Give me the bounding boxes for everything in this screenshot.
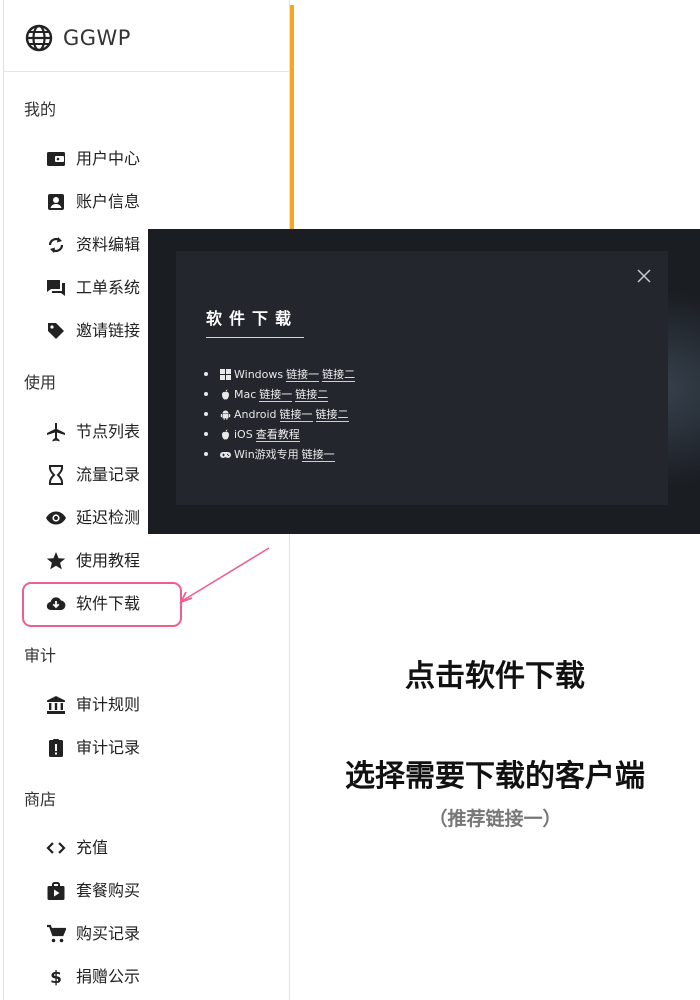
sidebar-item-plans[interactable]: 套餐购买 bbox=[46, 878, 266, 904]
star-icon bbox=[46, 551, 66, 571]
sidebar-item-purchase-history[interactable]: 购买记录 bbox=[46, 921, 266, 947]
close-icon[interactable] bbox=[635, 267, 653, 285]
instruction-note: （推荐链接一） bbox=[428, 808, 562, 830]
brand-header[interactable]: GGWP bbox=[4, 0, 291, 72]
sidebar-item-account-info[interactable]: 账户信息 bbox=[46, 189, 266, 215]
annotation-arrow bbox=[179, 547, 270, 604]
download-modal: 软件下载 Windows 链接一 链接二 Mac 链接一 链接二 Android 链接一链… bbox=[176, 251, 668, 505]
sidebar-item-label: 捐赠公示 bbox=[76, 967, 141, 986]
download-link[interactable]: 链接二 bbox=[315, 408, 349, 422]
download-item-win-gaming: Win游戏专用 链接一 bbox=[204, 445, 355, 465]
download-link[interactable]: 链接一 bbox=[259, 388, 293, 402]
download-list: Windows 链接一 链接二 Mac 链接一 链接二 Android 链接一 链接二 iO… bbox=[204, 365, 356, 465]
download-name: Win游戏专用 bbox=[234, 448, 299, 461]
windows-icon bbox=[220, 368, 231, 380]
sidebar-item-label: 使用教程 bbox=[76, 551, 141, 570]
sidebar-item-label: 充值 bbox=[76, 838, 109, 857]
download-link[interactable]: 链接一 bbox=[279, 408, 313, 422]
shop-icon bbox=[46, 881, 66, 901]
bank-icon bbox=[46, 695, 66, 715]
sidebar-item-label: 资料编辑 bbox=[76, 235, 141, 254]
sidebar-item-audit-log[interactable]: 审计记录 bbox=[46, 735, 266, 761]
gamepad-icon bbox=[220, 449, 231, 460]
sidebar-item-recharge[interactable]: 充值 bbox=[46, 835, 266, 861]
forum-icon bbox=[46, 278, 66, 298]
sidebar-item-label: 工单系统 bbox=[76, 278, 141, 297]
title-underline bbox=[206, 337, 304, 338]
sidebar-item-label: 邀请链接 bbox=[76, 321, 141, 340]
bullet bbox=[204, 432, 208, 436]
download-link[interactable]: 链接二 bbox=[295, 388, 329, 402]
cart-icon bbox=[46, 924, 66, 944]
download-link[interactable]: 查看教程 bbox=[255, 428, 300, 442]
download-name: Android bbox=[234, 408, 277, 421]
bullet bbox=[204, 412, 208, 416]
sidebar-item-label: 用户中心 bbox=[76, 149, 141, 168]
download-link[interactable]: 链接二 bbox=[322, 368, 356, 382]
bullet bbox=[204, 392, 208, 396]
dollar-icon: $ bbox=[46, 967, 66, 987]
sync-icon bbox=[46, 235, 66, 255]
sidebar-item-user-center[interactable]: 用户中心 bbox=[46, 146, 266, 172]
bullet bbox=[204, 452, 208, 456]
download-item-mac: Mac 链接一 链接二 bbox=[204, 385, 355, 405]
apple-icon bbox=[220, 429, 231, 440]
section-title-usage: 使用 bbox=[24, 373, 57, 392]
wallet-icon bbox=[46, 149, 66, 169]
sidebar-item-label: 审计记录 bbox=[76, 738, 141, 757]
section-title-audit: 审计 bbox=[24, 646, 57, 665]
download-highlight-box bbox=[22, 582, 182, 627]
code-icon bbox=[46, 838, 66, 858]
sidebar-item-label: 账户信息 bbox=[76, 192, 141, 211]
sidebar-item-label: 购买记录 bbox=[76, 924, 141, 943]
download-item-android: Android 链接一 链接二 bbox=[204, 405, 355, 425]
download-name: Windows bbox=[234, 368, 284, 381]
eye-icon bbox=[46, 508, 66, 528]
airplane-icon bbox=[46, 422, 66, 442]
modal-title: 软件下载 bbox=[206, 309, 299, 328]
sidebar-item-donations[interactable]: $ 捐赠公示 bbox=[46, 964, 266, 990]
sidebar-item-label: 套餐购买 bbox=[76, 881, 141, 900]
sidebar-item-label: 流量记录 bbox=[76, 465, 141, 484]
svg-text:$: $ bbox=[50, 968, 62, 987]
download-link[interactable]: 链接一 bbox=[286, 368, 320, 382]
bullet bbox=[204, 372, 208, 376]
download-link[interactable]: 链接一 bbox=[301, 448, 335, 462]
accent-bar bbox=[290, 5, 294, 230]
account-box-icon bbox=[46, 192, 66, 212]
hourglass-icon bbox=[46, 465, 66, 485]
download-modal-backdrop: 软件下载 Windows 链接一 链接二 Mac 链接一 链接二 Android 链接一链… bbox=[148, 229, 700, 534]
sidebar-item-label: 延迟检测 bbox=[76, 508, 141, 527]
download-item-windows: Windows 链接一 链接二 bbox=[204, 365, 356, 385]
apple-icon bbox=[220, 389, 231, 400]
download-name: iOS bbox=[234, 428, 253, 441]
android-icon bbox=[220, 409, 231, 420]
sidebar-item-label: 审计规则 bbox=[76, 695, 141, 714]
tag-icon bbox=[46, 321, 66, 341]
sidebar-item-label: 节点列表 bbox=[76, 422, 141, 441]
brand-name: GGWP bbox=[63, 26, 131, 50]
section-title-mine: 我的 bbox=[24, 100, 57, 119]
section-title-shop: 商店 bbox=[24, 790, 57, 809]
instruction-step-2: 选择需要下载的客户端 bbox=[345, 759, 645, 794]
report-icon bbox=[46, 738, 66, 758]
sidebar-item-audit-rules[interactable]: 审计规则 bbox=[46, 692, 266, 718]
globe-icon bbox=[25, 24, 53, 52]
download-item-ios: iOS 查看教程 bbox=[204, 425, 355, 445]
download-name: Mac bbox=[234, 388, 257, 401]
instruction-step-1: 点击软件下载 bbox=[405, 659, 585, 694]
